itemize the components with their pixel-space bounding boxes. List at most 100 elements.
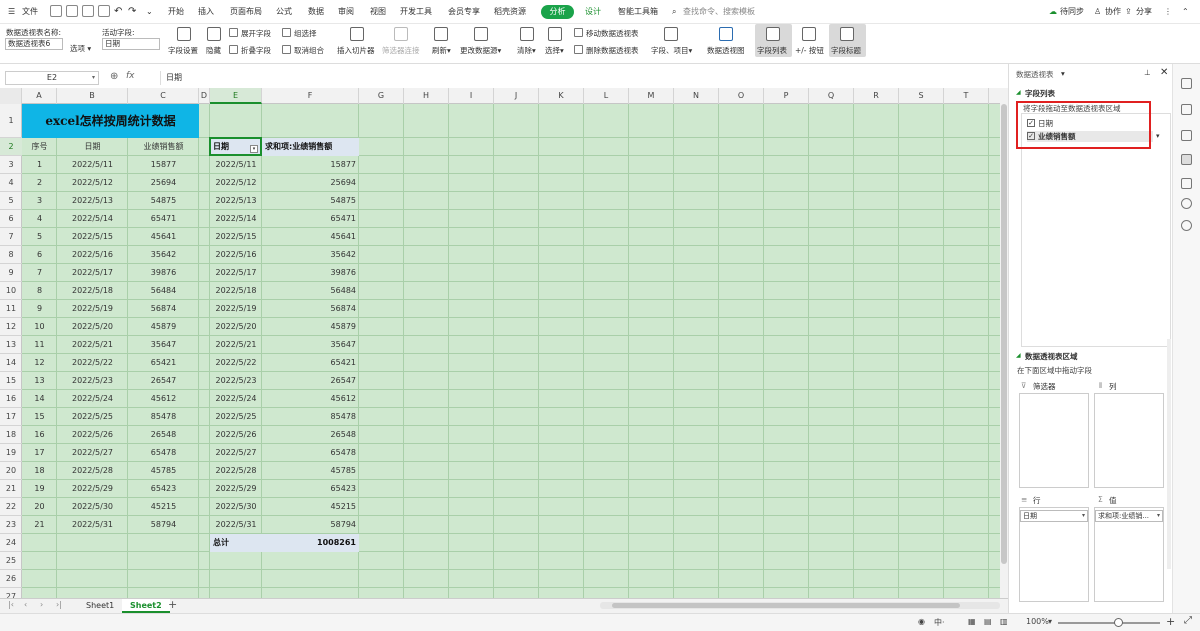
column-header-j[interactable]: J — [494, 88, 539, 104]
tab-smart-tools[interactable]: 智能工具箱 — [618, 0, 658, 24]
table-cell[interactable]: 5 — [22, 228, 57, 246]
table-cell[interactable]: 45641 — [128, 228, 199, 246]
tab-formulas[interactable]: 公式 — [276, 0, 292, 24]
collapse-ribbon-icon[interactable]: ⌃ — [1182, 0, 1189, 24]
sheet-title-cell[interactable]: excel怎样按周统计数据 — [22, 104, 199, 138]
change-source-button[interactable]: 更改数据源▾ — [460, 45, 501, 56]
row-header-5[interactable]: 5 — [0, 192, 22, 210]
pivot-row-label[interactable]: 2022/5/12 — [210, 174, 262, 192]
undo-icon[interactable]: ↶ — [114, 0, 122, 24]
pivot-value-cell[interactable]: 39876 — [262, 264, 359, 282]
horizontal-scroll-thumb[interactable] — [612, 603, 960, 608]
chevron-down-icon[interactable]: ▾ — [92, 72, 95, 84]
add-sheet-icon[interactable]: + — [168, 598, 177, 611]
pivot-value-cell[interactable]: 65478 — [262, 444, 359, 462]
table-cell[interactable]: 11 — [22, 336, 57, 354]
pivot-value-cell[interactable]: 25694 — [262, 174, 359, 192]
pivot-chart-button[interactable]: 数据透视图 — [707, 45, 745, 56]
pivot-panel-icon[interactable] — [1181, 154, 1192, 165]
pivot-total-value[interactable]: 1008261 — [262, 534, 359, 552]
pivot-value-cell[interactable]: 54875 — [262, 192, 359, 210]
row-header-18[interactable]: 18 — [0, 426, 22, 444]
table-cell[interactable]: 65423 — [128, 480, 199, 498]
worksheet-grid[interactable]: ABCDEFGHIJKLMNOPQRST 1 2 3 4 5 6 7 8 9 10 11 12 13 14… — [0, 88, 1008, 598]
table-cell[interactable]: 2022/5/24 — [57, 390, 128, 408]
pivot-value-cell[interactable]: 26548 — [262, 426, 359, 444]
select-all-corner[interactable] — [0, 88, 22, 104]
pivot-value-cell[interactable]: 45612 — [262, 390, 359, 408]
panel-scrollbar[interactable] — [1167, 339, 1171, 569]
table-cell[interactable]: 45785 — [128, 462, 199, 480]
more-menu-icon[interactable]: ⋮ — [1164, 0, 1172, 24]
first-sheet-icon[interactable]: |‹ — [8, 600, 14, 609]
table-cell[interactable]: 2022/5/21 — [57, 336, 128, 354]
table-cell[interactable]: 26547 — [128, 372, 199, 390]
pin-icon[interactable]: ⊥ — [1144, 68, 1151, 77]
field-headers-button[interactable]: 字段标题 — [831, 45, 861, 56]
column-header-h[interactable]: H — [404, 88, 449, 104]
column-header-g[interactable]: G — [359, 88, 404, 104]
table-cell[interactable]: 2022/5/11 — [57, 156, 128, 174]
value-field-dropdown[interactable]: 求和项:业绩销... ▾ — [1095, 510, 1163, 522]
redo-icon[interactable]: ↷ — [128, 0, 136, 24]
table-cell[interactable]: 8 — [22, 282, 57, 300]
collapse-triangle-icon[interactable]: ◢ — [1016, 89, 1021, 96]
table-cell[interactable]: 2022/5/31 — [57, 516, 128, 534]
sheet-tab-sheet2[interactable]: Sheet2 — [122, 599, 170, 613]
column-header-e[interactable]: E — [210, 88, 262, 104]
table-cell[interactable]: 2022/5/17 — [57, 264, 128, 282]
value-drop-zone[interactable]: 求和项:业绩销... ▾ — [1094, 507, 1164, 602]
row-header-1[interactable]: 1 — [0, 104, 22, 138]
pivot-value-cell[interactable]: 65471 — [262, 210, 359, 228]
close-icon[interactable]: ✕ — [1160, 67, 1168, 78]
pivot-row-label[interactable]: 2022/5/17 — [210, 264, 262, 282]
column-header-f[interactable]: F — [262, 88, 359, 104]
hide-button[interactable]: 隐藏 — [206, 45, 221, 56]
table-cell[interactable]: 45879 — [128, 318, 199, 336]
pivot-value-cell[interactable]: 45215 — [262, 498, 359, 516]
table-cell[interactable]: 12 — [22, 354, 57, 372]
location-icon[interactable] — [1181, 198, 1192, 209]
table-cell[interactable]: 15 — [22, 408, 57, 426]
collapse-field-button[interactable]: 折叠字段 — [241, 45, 271, 56]
pivot-value-cell[interactable]: 45785 — [262, 462, 359, 480]
table-cell[interactable]: 35647 — [128, 336, 199, 354]
chevron-down-icon[interactable]: ▾ — [1082, 511, 1085, 521]
pivot-row-label[interactable]: 2022/5/23 — [210, 372, 262, 390]
zoom-in-icon[interactable]: + — [1166, 615, 1175, 628]
pivot-row-label[interactable]: 2022/5/30 — [210, 498, 262, 516]
table-cell[interactable]: 2022/5/26 — [57, 426, 128, 444]
filter-drop-zone[interactable] — [1019, 393, 1089, 488]
zoom-dropdown-icon[interactable]: ▾ — [1048, 617, 1052, 626]
active-field-input[interactable]: 日期 — [102, 38, 160, 50]
select-tool-icon[interactable] — [1181, 78, 1192, 89]
table-cell[interactable]: 39876 — [128, 264, 199, 282]
menu-file[interactable]: 文件 — [22, 0, 38, 24]
table-cell[interactable]: 65478 — [128, 444, 199, 462]
group-selection-button[interactable]: 组选择 — [294, 28, 317, 39]
table-cell[interactable]: 35642 — [128, 246, 199, 264]
language-icon[interactable]: 中· — [934, 617, 945, 628]
zoom-slider[interactable] — [1058, 622, 1160, 624]
table-cell[interactable]: 54875 — [128, 192, 199, 210]
page-layout-view-icon[interactable]: ▤ — [984, 617, 992, 626]
table-cell[interactable]: 6 — [22, 246, 57, 264]
zoom-level[interactable]: 100% — [1026, 617, 1049, 626]
table-cell[interactable]: 25694 — [128, 174, 199, 192]
table-cell[interactable]: 20 — [22, 498, 57, 516]
vertical-scroll-thumb[interactable] — [1001, 104, 1007, 564]
insert-slicer-button[interactable]: 插入切片器 — [337, 45, 375, 56]
row-drop-zone[interactable]: 日期 ▾ — [1019, 507, 1089, 602]
table-cell[interactable]: 2022/5/30 — [57, 498, 128, 516]
column-header-q[interactable]: Q — [809, 88, 854, 104]
table-cell[interactable]: 58794 — [128, 516, 199, 534]
pivot-value-cell[interactable]: 85478 — [262, 408, 359, 426]
expand-field-button[interactable]: 展开字段 — [241, 28, 271, 39]
column-header-c[interactable]: C — [128, 88, 199, 104]
column-header-s[interactable]: S — [899, 88, 944, 104]
column-header-m[interactable]: M — [629, 88, 674, 104]
pivot-value-cell[interactable]: 35642 — [262, 246, 359, 264]
column-header-b[interactable]: B — [57, 88, 128, 104]
field-settings-button[interactable]: 字段设置 — [168, 45, 198, 56]
row-header-3[interactable]: 3 — [0, 156, 22, 174]
